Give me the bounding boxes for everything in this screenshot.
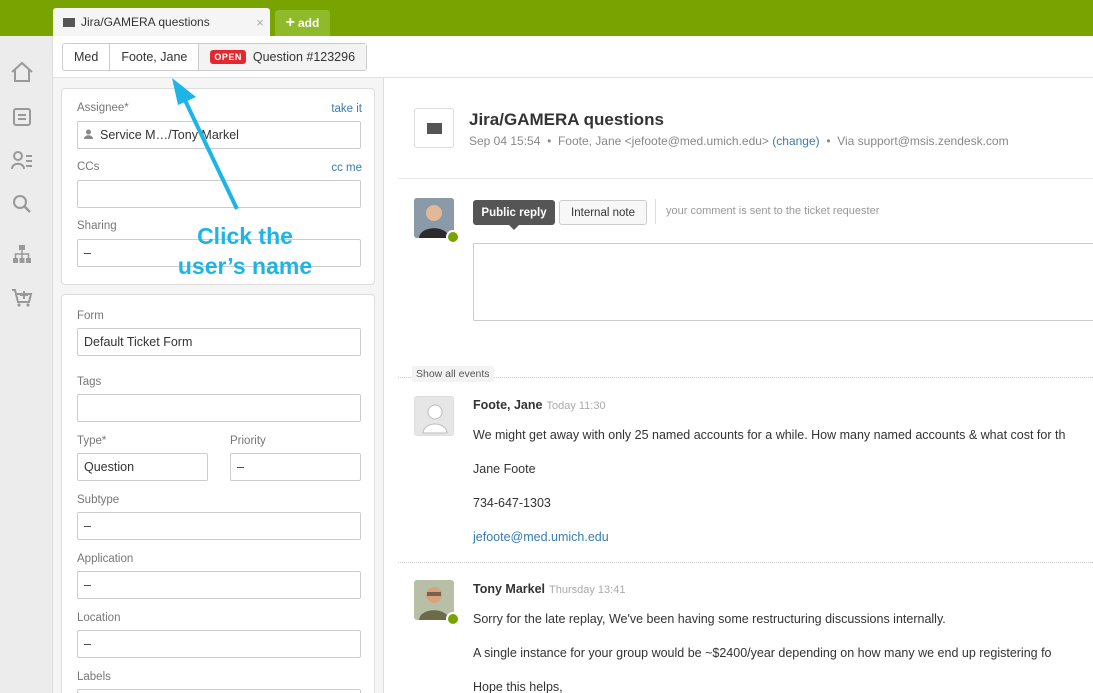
status-badge: OPEN [210, 50, 246, 64]
priority-value: – [237, 460, 244, 474]
breadcrumb-ticket[interactable]: OPEN Question #123296 [199, 44, 367, 70]
assignee-field[interactable]: Service M…/Tony Markel [77, 121, 361, 149]
plus-icon: + [285, 14, 295, 31]
public-reply-button[interactable]: Public reply [473, 200, 555, 230]
divider [655, 199, 656, 224]
type-select[interactable]: Question [77, 453, 208, 481]
tags-label: Tags [77, 376, 102, 388]
add-label: add [298, 16, 320, 30]
subtype-label: Subtype [77, 494, 120, 506]
labels-label: Labels [77, 671, 111, 683]
subtype-select[interactable]: – [77, 512, 361, 540]
annotation-line: user’s name [177, 253, 313, 279]
sharing-value: – [84, 246, 91, 260]
assignee-label: Assignee* [77, 102, 129, 114]
bullet-sep: • [826, 134, 831, 148]
users-icon[interactable] [10, 148, 34, 172]
tab-ticket[interactable]: Jira/GAMERA questions × [53, 8, 270, 36]
mail-icon [63, 17, 75, 27]
comment-text: 734-647-1303 [473, 496, 551, 510]
search-icon[interactable] [10, 192, 34, 216]
comment-text: A single instance for your group would b… [473, 646, 1052, 660]
tickets-icon[interactable] [10, 105, 34, 129]
user-icon [84, 129, 93, 142]
author-name[interactable]: Tony Markel [473, 582, 545, 596]
annotation-line: Click the [197, 223, 293, 249]
type-label: Type* [77, 435, 107, 447]
ticket-conversation: Jira/GAMERA questions Sep 04 15:54 • Foo… [384, 78, 1093, 693]
ticket-requester: Foote, Jane <jefoote@med.umich.edu> [557, 134, 769, 148]
ticket-properties-panel: Assignee* take it Service M…/Tony Markel… [53, 78, 384, 693]
comment-text: Hope this helps, [473, 680, 563, 693]
ticket-via: Via support@msis.zendesk.com [837, 134, 1009, 148]
comment-time: Today 11:30 [546, 400, 606, 412]
cart-icon[interactable] [10, 286, 34, 310]
internal-note-button[interactable]: Internal note [559, 200, 647, 225]
breadcrumb-requester[interactable]: Foote, Jane [110, 44, 200, 70]
agent-badge-icon [446, 230, 460, 244]
channel-email-icon [414, 108, 454, 148]
avatar [414, 396, 454, 436]
assignee-value: Service M…/Tony Markel [100, 128, 239, 142]
author-name[interactable]: Foote, Jane [473, 398, 542, 412]
application-value: – [84, 578, 91, 592]
ticket-date: Sep 04 15:54 [469, 134, 541, 148]
change-requester-link[interactable]: (change) [772, 134, 819, 148]
subtype-value: – [84, 519, 91, 533]
breadcrumb: Med Foote, Jane OPEN Question #123296 [62, 43, 368, 71]
ccs-label: CCs [77, 161, 100, 173]
type-value: Question [84, 460, 135, 474]
tab-title: Jira/GAMERA questions [81, 15, 210, 29]
form-value: Default Ticket Form [84, 335, 193, 349]
location-value: – [84, 637, 91, 651]
location-label: Location [77, 612, 121, 624]
ticket-subject[interactable]: Jira/GAMERA questions [469, 110, 664, 130]
breadcrumb-org[interactable]: Med [63, 44, 111, 70]
divider [398, 562, 1093, 563]
priority-select[interactable]: – [230, 453, 361, 481]
comment-time: Thursday 13:41 [549, 584, 626, 596]
home-icon[interactable] [10, 60, 34, 84]
divider [398, 377, 1093, 378]
labels-field[interactable] [77, 689, 361, 693]
add-tab-button[interactable]: + add [275, 10, 330, 36]
comment-author[interactable]: Foote, Jane Today 11:30 [473, 398, 606, 412]
show-all-events-button[interactable]: Show all events [412, 366, 494, 382]
form-label: Form [77, 310, 104, 322]
bullet-sep: • [547, 134, 552, 148]
org-chart-icon[interactable] [10, 242, 34, 266]
sharing-label: Sharing [77, 220, 117, 232]
ticket-meta: Sep 04 15:54 • Foote, Jane <jefoote@med.… [469, 134, 1009, 148]
close-icon[interactable]: × [250, 15, 270, 30]
comment-text: We might get away with only 25 named acc… [473, 428, 1066, 442]
comment-text: Sorry for the late replay, We've been ha… [473, 612, 946, 626]
agent-badge-icon [446, 612, 460, 626]
form-select[interactable]: Default Ticket Form [77, 328, 361, 356]
reply-textarea[interactable] [473, 243, 1093, 321]
breadcrumb-bar: Med Foote, Jane OPEN Question #123296 [53, 36, 1093, 78]
fields-box: Form Default Ticket Form Tags Type* Ques… [61, 294, 375, 693]
tags-field[interactable] [77, 394, 361, 422]
annotation-callout: Click the user’s name [170, 221, 320, 281]
priority-label: Priority [230, 435, 266, 447]
application-label: Application [77, 553, 134, 565]
email-link[interactable]: jefoote@med.umich.edu [473, 530, 609, 544]
comment-text: Jane Foote [473, 462, 536, 476]
ticket-label: Question #123296 [252, 50, 356, 64]
reply-hint: your comment is sent to the ticket reque… [666, 205, 880, 217]
comment-author[interactable]: Tony Markel Thursday 13:41 [473, 582, 625, 596]
divider [398, 178, 1093, 179]
take-it-link[interactable]: take it [331, 103, 362, 115]
cc-me-link[interactable]: cc me [331, 162, 362, 174]
application-select[interactable]: – [77, 571, 361, 599]
ccs-field[interactable] [77, 180, 361, 208]
left-nav [0, 36, 53, 693]
location-select[interactable]: – [77, 630, 361, 658]
